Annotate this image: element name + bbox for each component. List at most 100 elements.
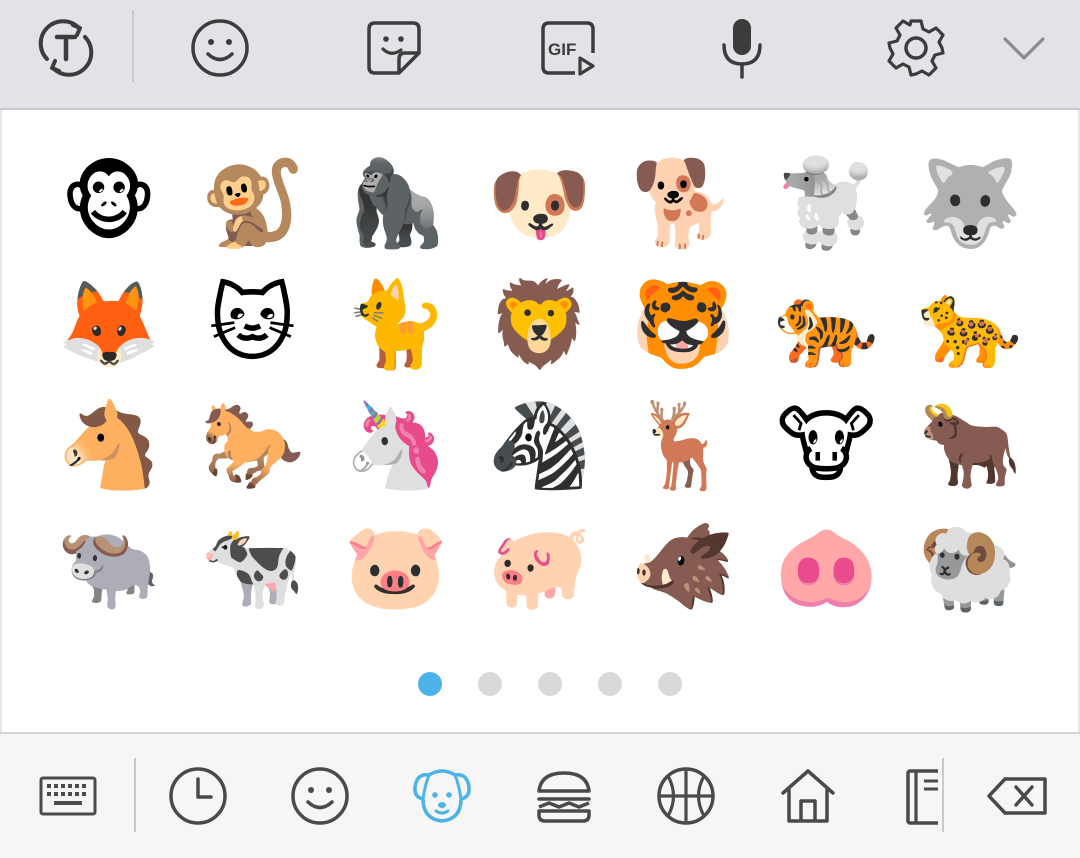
gif-icon: GIF [541,21,595,76]
emoji-key[interactable]: 🐆 [898,263,1042,384]
keyboard-icon [39,776,97,816]
category-food[interactable] [528,760,600,832]
emoji-key[interactable]: 🦄 [324,384,468,505]
settings-gear-icon [887,19,945,77]
sticker-icon [367,21,421,75]
recent-clock-icon [169,767,227,825]
emoji-grid: 🐵 🐒 🦍 🐶 🐕 🐩 🐺 🦊 🐱 🐈 🦁 🐯 🐅 🐆 🐴 🐎 🦄 🦓 🦌 🐮 🐂 🐃 🐄 🐷 🐖 🐗 🐽 🐏 [37,142,1042,626]
emoji-glyph: 🦁 [486,274,592,373]
backspace-button[interactable] [978,760,1058,832]
emoji-glyph: 🐶 [486,153,592,252]
animals-dog-icon [413,769,471,823]
emoji-glyph: 🐂 [917,395,1023,494]
settings-button[interactable] [870,8,962,88]
emoji-glyph: 🐏 [917,516,1023,615]
emoji-glyph: 🐷 [343,516,449,615]
category-recent[interactable] [162,760,234,832]
emoji-glyph: 🐴 [56,395,162,494]
objects-notebook-icon [906,769,938,825]
emoji-key[interactable]: 🐂 [898,384,1042,505]
emoji-glyph: 🐩 [773,153,879,252]
emoji-key[interactable]: 🐗 [611,505,755,626]
emoji-glyph: 🐺 [917,153,1023,252]
sports-basketball-icon [657,767,715,825]
emoji-key[interactable]: 🐒 [181,142,325,263]
emoji-glyph: 🐱 [208,274,297,373]
category-smileys[interactable] [284,760,356,832]
emoji-key[interactable]: 🐱 [181,263,325,384]
emoji-glyph: 🐒 [199,153,305,252]
sticker-button[interactable] [348,8,440,88]
category-divider [942,758,944,832]
emoji-glyph: 🐈 [343,274,449,373]
places-house-icon [781,769,835,823]
emoji-glyph: 🐮 [776,395,876,494]
emoji-key[interactable]: 🐖 [468,505,612,626]
page-dot[interactable] [538,672,562,696]
emoji-glyph: 🐄 [199,516,305,615]
emoji-key[interactable]: 🐯 [611,263,755,384]
page-dot[interactable] [478,672,502,696]
gif-label: GIF [548,40,576,59]
toolbar-divider [132,10,134,82]
emoji-key[interactable]: 🐵 [37,142,181,263]
emoji-glyph: 🐅 [773,274,879,373]
gif-button[interactable]: GIF [522,8,614,88]
emoji-glyph: 🦌 [630,395,736,494]
chevron-down-icon [1003,37,1045,60]
emoji-panel: 🐵 🐒 🦍 🐶 🐕 🐩 🐺 🦊 🐱 🐈 🦁 🐯 🐅 🐆 🐴 🐎 🦄 🦓 🦌 🐮 🐂 🐃 🐄 🐷 🐖 🐗 🐽 🐏 [0,110,1080,732]
emoji-key[interactable]: 🐶 [468,142,612,263]
collapse-button[interactable] [978,8,1070,88]
emoji-glyph: 🐎 [199,395,305,494]
page-indicator [2,672,1078,696]
emoji-button[interactable] [174,8,266,88]
emoji-glyph: 🐖 [486,516,592,615]
page-dot[interactable] [658,672,682,696]
category-places[interactable] [772,760,844,832]
text-translate-icon [38,19,94,77]
emoji-glyph: 🦍 [343,153,449,252]
emoji-glyph: 🦊 [56,274,162,373]
emoji-key[interactable]: 🐈 [324,263,468,384]
emoji-glyph: 🐯 [630,274,736,373]
emoji-key[interactable]: 🦌 [611,384,755,505]
food-burger-icon [537,771,591,823]
emoji-key[interactable]: 🐏 [898,505,1042,626]
category-objects[interactable] [894,760,938,832]
text-translate-button[interactable] [20,8,112,88]
emoji-glyph: 🐽 [773,516,879,615]
emoji-key[interactable]: 🦓 [468,384,612,505]
emoji-glyph: 🐕 [630,153,736,252]
microphone-icon [722,19,762,79]
emoji-key[interactable]: 🐺 [898,142,1042,263]
category-activities[interactable] [650,760,722,832]
emoji-key[interactable]: 🐎 [181,384,325,505]
emoji-glyph: 🐃 [56,516,162,615]
emoji-glyph: 🐆 [917,274,1023,373]
smileys-icon [291,767,349,825]
emoji-glyph: 🦄 [343,395,449,494]
emoji-glyph: 🐵 [60,153,158,252]
emoji-key[interactable]: 🦍 [324,142,468,263]
keyboard-switch-button[interactable] [32,760,104,832]
emoji-key[interactable]: 🦁 [468,263,612,384]
emoji-key[interactable]: 🐮 [755,384,899,505]
emoji-key[interactable]: 🦊 [37,263,181,384]
emoji-key[interactable]: 🐴 [37,384,181,505]
emoji-key[interactable]: 🐅 [755,263,899,384]
emoji-key[interactable]: 🐷 [324,505,468,626]
keyboard-toolbar: GIF [0,0,1080,110]
emoji-key[interactable]: 🐩 [755,142,899,263]
emoji-key[interactable]: 🐄 [181,505,325,626]
page-dot[interactable] [598,672,622,696]
emoji-key[interactable]: 🐕 [611,142,755,263]
category-animals[interactable] [406,760,478,832]
emoji-key[interactable]: 🐃 [37,505,181,626]
page-dot[interactable] [418,672,442,696]
emoji-category-bar [0,732,1080,858]
emoji-key[interactable]: 🐽 [755,505,899,626]
voice-input-button[interactable] [696,8,788,88]
emoji-glyph: 🦓 [486,395,592,494]
category-divider [134,758,136,832]
backspace-icon [987,777,1047,815]
